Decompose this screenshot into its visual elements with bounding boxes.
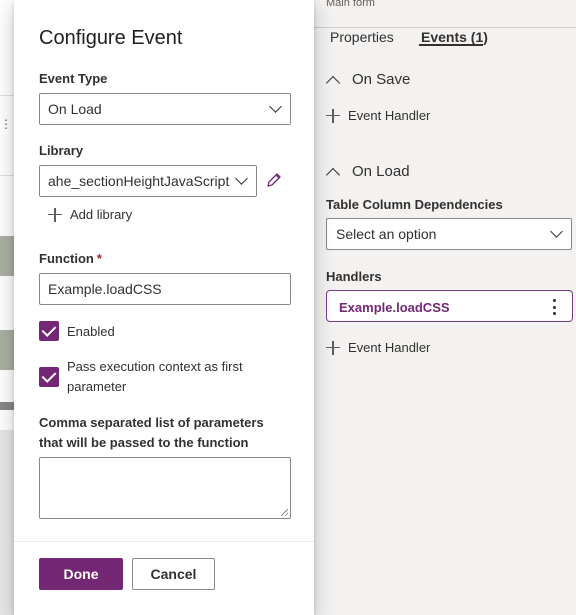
library-label: Library	[39, 143, 84, 158]
configure-event-dialog: Configure Event Event Type On Load Libra…	[14, 0, 314, 615]
plus-icon	[326, 340, 340, 355]
pass-context-checkbox-row[interactable]: Pass execution context as first paramete…	[39, 357, 267, 397]
add-event-handler-button[interactable]: Event Handler	[326, 108, 430, 123]
plus-icon	[48, 207, 62, 222]
tab-properties[interactable]: Properties	[330, 29, 394, 45]
library-value: ahe_sectionHeightJavaScript	[48, 173, 230, 189]
dialog-title: Configure Event	[39, 27, 183, 49]
function-input[interactable]: Example.loadCSS	[39, 273, 291, 305]
chevron-down-icon	[550, 225, 563, 238]
handler-name: Example.loadCSS	[339, 300, 450, 315]
event-type-label: Event Type	[39, 71, 108, 86]
chevron-up-icon	[325, 167, 341, 182]
add-library-label: Add library	[70, 207, 133, 222]
function-label: Function *	[39, 251, 102, 266]
plus-icon	[326, 108, 340, 123]
canvas-ellipsis-icon: ⋮	[0, 117, 12, 131]
handlers-label: Handlers	[326, 269, 382, 284]
more-vertical-icon[interactable]	[552, 299, 556, 315]
cancel-button[interactable]: Cancel	[132, 558, 215, 590]
add-event-handler-button[interactable]: Event Handler	[326, 340, 430, 355]
table-column-dependencies-label: Table Column Dependencies	[326, 197, 503, 212]
select-placeholder: Select an option	[336, 226, 437, 242]
parameters-textarea[interactable]	[39, 457, 291, 519]
on-save-title: On Save	[352, 71, 411, 88]
function-label-text: Function	[39, 251, 94, 266]
dialog-footer-divider	[14, 541, 314, 542]
add-library-button[interactable]: Add library	[48, 207, 132, 222]
library-select[interactable]: ahe_sectionHeightJavaScript	[39, 165, 257, 197]
canvas-section-block	[0, 330, 14, 370]
resize-handle-icon[interactable]	[281, 509, 288, 516]
on-load-section-header[interactable]: On Load	[325, 163, 410, 182]
enabled-checkbox[interactable]	[39, 321, 59, 341]
on-save-section-header[interactable]: On Save	[325, 71, 411, 90]
chevron-up-icon	[325, 75, 341, 90]
enabled-label: Enabled	[67, 324, 115, 339]
canvas-section-block	[0, 236, 14, 276]
parameters-label: Comma separated list of parameters that …	[39, 415, 264, 450]
add-event-handler-label: Event Handler	[348, 340, 431, 355]
required-indicator: *	[96, 251, 102, 266]
tabs-divider	[310, 27, 576, 28]
chevron-down-icon	[235, 172, 248, 185]
event-type-select[interactable]: On Load	[39, 93, 291, 125]
active-tab-indicator	[419, 44, 483, 46]
pass-context-checkbox[interactable]	[39, 367, 59, 387]
pass-context-label: Pass execution context as first paramete…	[67, 359, 243, 394]
add-event-handler-label: Event Handler	[348, 108, 431, 123]
canvas-section-bar	[0, 402, 14, 410]
on-load-title: On Load	[352, 163, 410, 180]
table-column-dependencies-select[interactable]: Select an option	[326, 218, 572, 250]
properties-panel: Main form Properties Events (1) On Save …	[310, 0, 576, 615]
event-type-value: On Load	[48, 101, 102, 117]
tab-events[interactable]: Events (1)	[421, 29, 488, 45]
handler-item[interactable]: Example.loadCSS	[326, 290, 573, 322]
done-button[interactable]: Done	[39, 558, 123, 590]
panel-header-label: Main form	[326, 0, 375, 9]
pencil-icon[interactable]	[266, 172, 282, 188]
enabled-checkbox-row[interactable]: Enabled	[39, 321, 115, 341]
chevron-down-icon	[269, 100, 282, 113]
